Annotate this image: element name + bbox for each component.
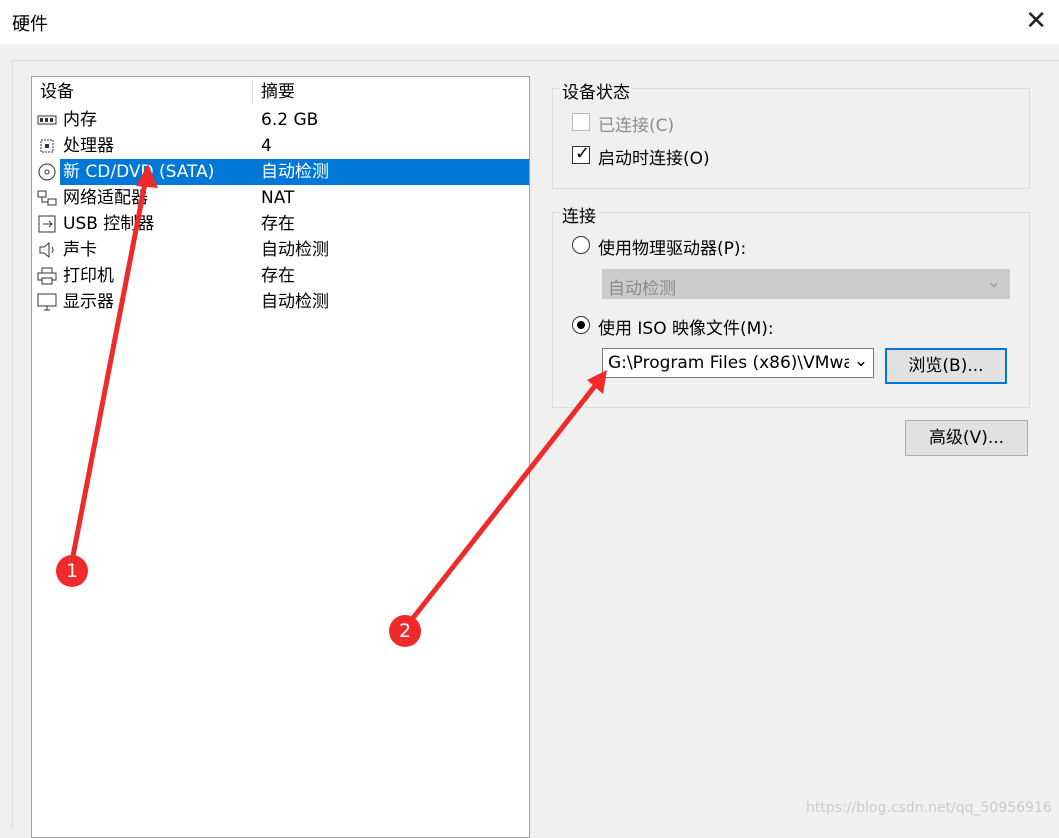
annotation-marker-2: 2 [389,615,421,647]
annotation-arrows [70,164,607,620]
arrow-1 [70,177,149,557]
annotation-marker-1: 1 [56,555,88,587]
arrow-2 [411,380,600,620]
arrow-1-head [136,164,158,188]
watermark: https://blog.csdn.net/qq_50956916 [806,800,1052,816]
